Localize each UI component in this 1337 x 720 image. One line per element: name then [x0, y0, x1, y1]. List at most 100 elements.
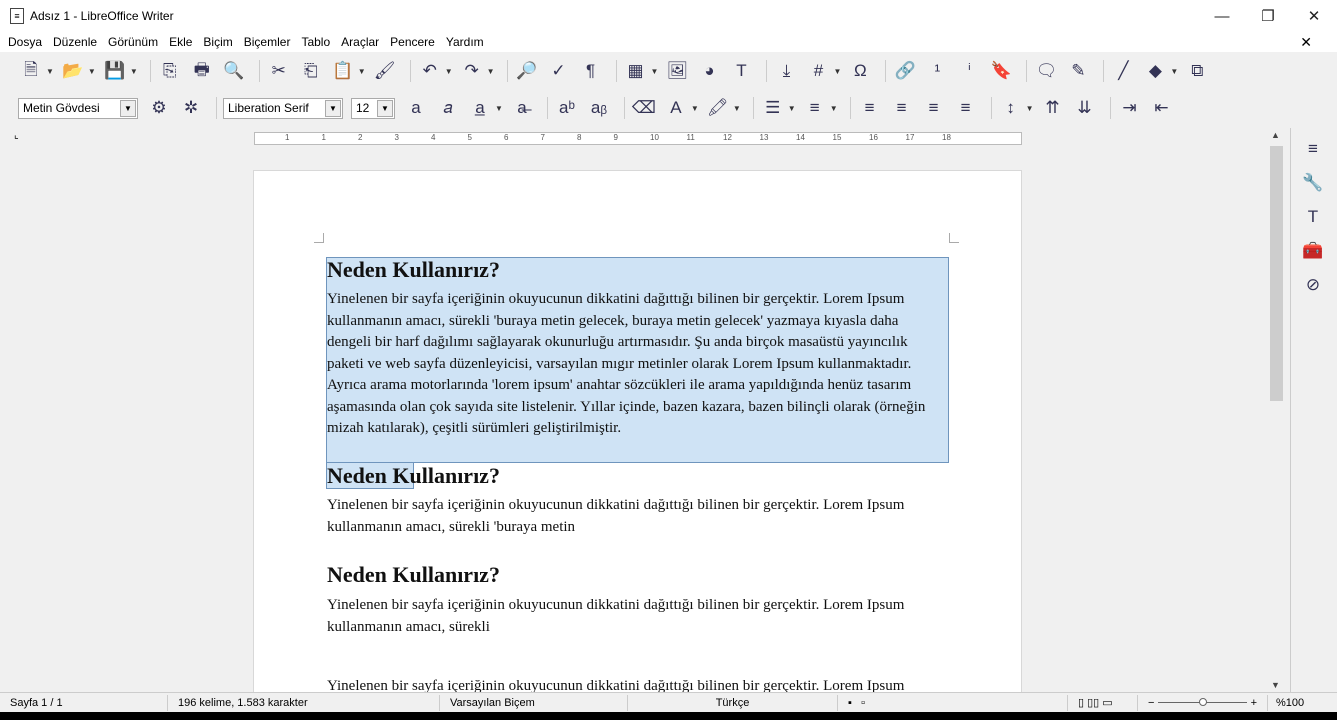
navigator-icon[interactable]: 🧰: [1300, 238, 1326, 264]
chevron-down-icon[interactable]: ▼: [358, 67, 366, 76]
new-style-icon[interactable]: ✲: [178, 95, 204, 121]
copy-icon[interactable]: ⎗: [298, 58, 324, 84]
align-center-icon[interactable]: ≡: [889, 95, 915, 121]
scroll-up-icon[interactable]: ▲: [1271, 130, 1280, 140]
clear-formatting-icon[interactable]: ⌫: [631, 95, 657, 121]
chevron-down-icon[interactable]: ▼: [833, 67, 841, 76]
font-name-select[interactable]: Liberation Serif ▼: [223, 97, 343, 119]
horizontal-ruler[interactable]: 1 1 2 3 4 5 6 7 8 9 10 11 12 13 14 15 16 17 18: [254, 132, 1022, 145]
chevron-down-icon[interactable]: ▼: [691, 104, 699, 113]
menu-tablo[interactable]: Tablo: [301, 35, 330, 49]
chevron-down-icon[interactable]: ▼: [733, 104, 741, 113]
chevron-down-icon[interactable]: ▼: [1026, 104, 1034, 113]
font-color-icon[interactable]: A: [663, 95, 689, 121]
scroll-down-icon[interactable]: ▼: [1271, 680, 1280, 690]
menu-ekle[interactable]: Ekle: [169, 35, 192, 49]
spelling-icon[interactable]: ✓: [546, 58, 572, 84]
tab-stop-icon[interactable]: ⌞: [14, 130, 19, 141]
shapes-icon[interactable]: ◆: [1142, 58, 1168, 84]
bookmark-icon[interactable]: 🔖: [988, 58, 1014, 84]
zoom-level[interactable]: %100: [1268, 697, 1304, 709]
line-spacing-icon[interactable]: ↕: [998, 95, 1024, 121]
minimize-button[interactable]: —: [1199, 0, 1245, 32]
chevron-down-icon[interactable]: ▼: [1170, 67, 1178, 76]
paste-icon[interactable]: 📋: [330, 58, 356, 84]
gallery-icon[interactable]: T: [1300, 204, 1326, 230]
line-icon[interactable]: ╱: [1110, 58, 1136, 84]
redo-icon[interactable]: ↷: [459, 58, 485, 84]
chevron-down-icon[interactable]: ▼: [830, 104, 838, 113]
save-icon[interactable]: 💾: [102, 58, 128, 84]
view-layout-buttons[interactable]: ▯ ▯▯ ▭: [1068, 694, 1138, 711]
bold-icon[interactable]: a: [403, 95, 429, 121]
highlight-icon[interactable]: 🖍: [705, 95, 731, 121]
chevron-down-icon[interactable]: ▼: [495, 104, 503, 113]
align-left-icon[interactable]: ≡: [857, 95, 883, 121]
zoom-slider[interactable]: − +: [1138, 694, 1268, 711]
menu-görünüm[interactable]: Görünüm: [108, 35, 158, 49]
field-icon[interactable]: #: [805, 58, 831, 84]
chevron-down-icon[interactable]: ▼: [487, 67, 495, 76]
update-style-icon[interactable]: ⚙: [146, 95, 172, 121]
image-icon[interactable]: 🖼: [664, 58, 690, 84]
italic-icon[interactable]: 𝑎: [435, 95, 461, 121]
footnote-icon[interactable]: ¹: [924, 58, 950, 84]
menu-pencere[interactable]: Pencere: [390, 35, 435, 49]
justify-icon[interactable]: ≡: [953, 95, 979, 121]
hyperlink-icon[interactable]: 🔗: [892, 58, 918, 84]
menu-biçim[interactable]: Biçim: [203, 35, 232, 49]
indent-increase-icon[interactable]: ⇥: [1117, 95, 1143, 121]
print-preview-icon[interactable]: 🔍: [221, 58, 247, 84]
clone-formatting-icon[interactable]: 🖌: [372, 58, 398, 84]
export-pdf-icon[interactable]: ⎘: [157, 58, 183, 84]
indent-decrease-icon[interactable]: ⇤: [1149, 95, 1175, 121]
font-size-select[interactable]: 12 ▼: [351, 97, 395, 119]
styles-icon[interactable]: 🔧: [1300, 170, 1326, 196]
word-count[interactable]: 196 kelime, 1.583 karakter: [168, 694, 440, 711]
chevron-down-icon[interactable]: ▼: [130, 67, 138, 76]
track-changes-icon[interactable]: ✎: [1065, 58, 1091, 84]
chart-icon[interactable]: ◕: [696, 58, 722, 84]
close-document-button[interactable]: ✕: [1300, 34, 1312, 51]
open-icon[interactable]: 📂: [60, 58, 86, 84]
close-button[interactable]: ✕: [1291, 0, 1337, 32]
maximize-button[interactable]: ❐: [1245, 0, 1291, 32]
underline-icon[interactable]: a̲: [467, 95, 493, 121]
properties-icon[interactable]: ≡: [1300, 136, 1326, 162]
draw-functions-icon[interactable]: ⧉: [1184, 58, 1210, 84]
endnote-icon[interactable]: ⁱ: [956, 58, 982, 84]
page-count[interactable]: Sayfa 1 / 1: [0, 694, 168, 711]
new-icon[interactable]: 🗎: [18, 58, 44, 84]
subscript-icon[interactable]: aᵦ: [586, 95, 612, 121]
menu-araçlar[interactable]: Araçlar: [341, 35, 379, 49]
page-break-icon[interactable]: ⤓: [773, 58, 799, 84]
cut-icon[interactable]: ✂: [266, 58, 292, 84]
paragraph-style-select[interactable]: Metin Gövdesi ▼: [18, 97, 138, 119]
numbering-icon[interactable]: ≡: [802, 95, 828, 121]
chevron-down-icon[interactable]: ▼: [46, 67, 54, 76]
document-area[interactable]: Neden Kullanırız? Yinelenen bir sayfa iç…: [0, 148, 1268, 694]
chevron-down-icon[interactable]: ▼: [88, 67, 96, 76]
bullets-icon[interactable]: ☰: [760, 95, 786, 121]
print-icon[interactable]: 🖶: [189, 58, 215, 84]
page-style[interactable]: Varsayılan Biçem: [440, 694, 628, 711]
text-box-icon[interactable]: T: [728, 58, 754, 84]
find-replace-icon[interactable]: 🔎: [514, 58, 540, 84]
vertical-scrollbar[interactable]: ▲ ▼: [1268, 128, 1285, 692]
language[interactable]: Türkçe: [628, 694, 838, 711]
chevron-down-icon[interactable]: ▼: [445, 67, 453, 76]
chevron-down-icon[interactable]: ▼: [651, 67, 659, 76]
para-spacing-up-icon[interactable]: ⇈: [1040, 95, 1066, 121]
menu-düzenle[interactable]: Düzenle: [53, 35, 97, 49]
menu-dosya[interactable]: Dosya: [8, 35, 42, 49]
strikethrough-icon[interactable]: a̶: [509, 95, 535, 121]
menu-biçemler[interactable]: Biçemler: [244, 35, 291, 49]
compass-icon[interactable]: ⊘: [1300, 272, 1326, 298]
chevron-down-icon[interactable]: ▼: [788, 104, 796, 113]
comment-icon[interactable]: 🗨: [1033, 58, 1059, 84]
superscript-icon[interactable]: aᵇ: [554, 95, 580, 121]
special-character-icon[interactable]: Ω: [847, 58, 873, 84]
scrollbar-thumb[interactable]: [1270, 146, 1283, 401]
table-icon[interactable]: ▦: [623, 58, 649, 84]
formatting-marks-icon[interactable]: ¶: [578, 58, 604, 84]
